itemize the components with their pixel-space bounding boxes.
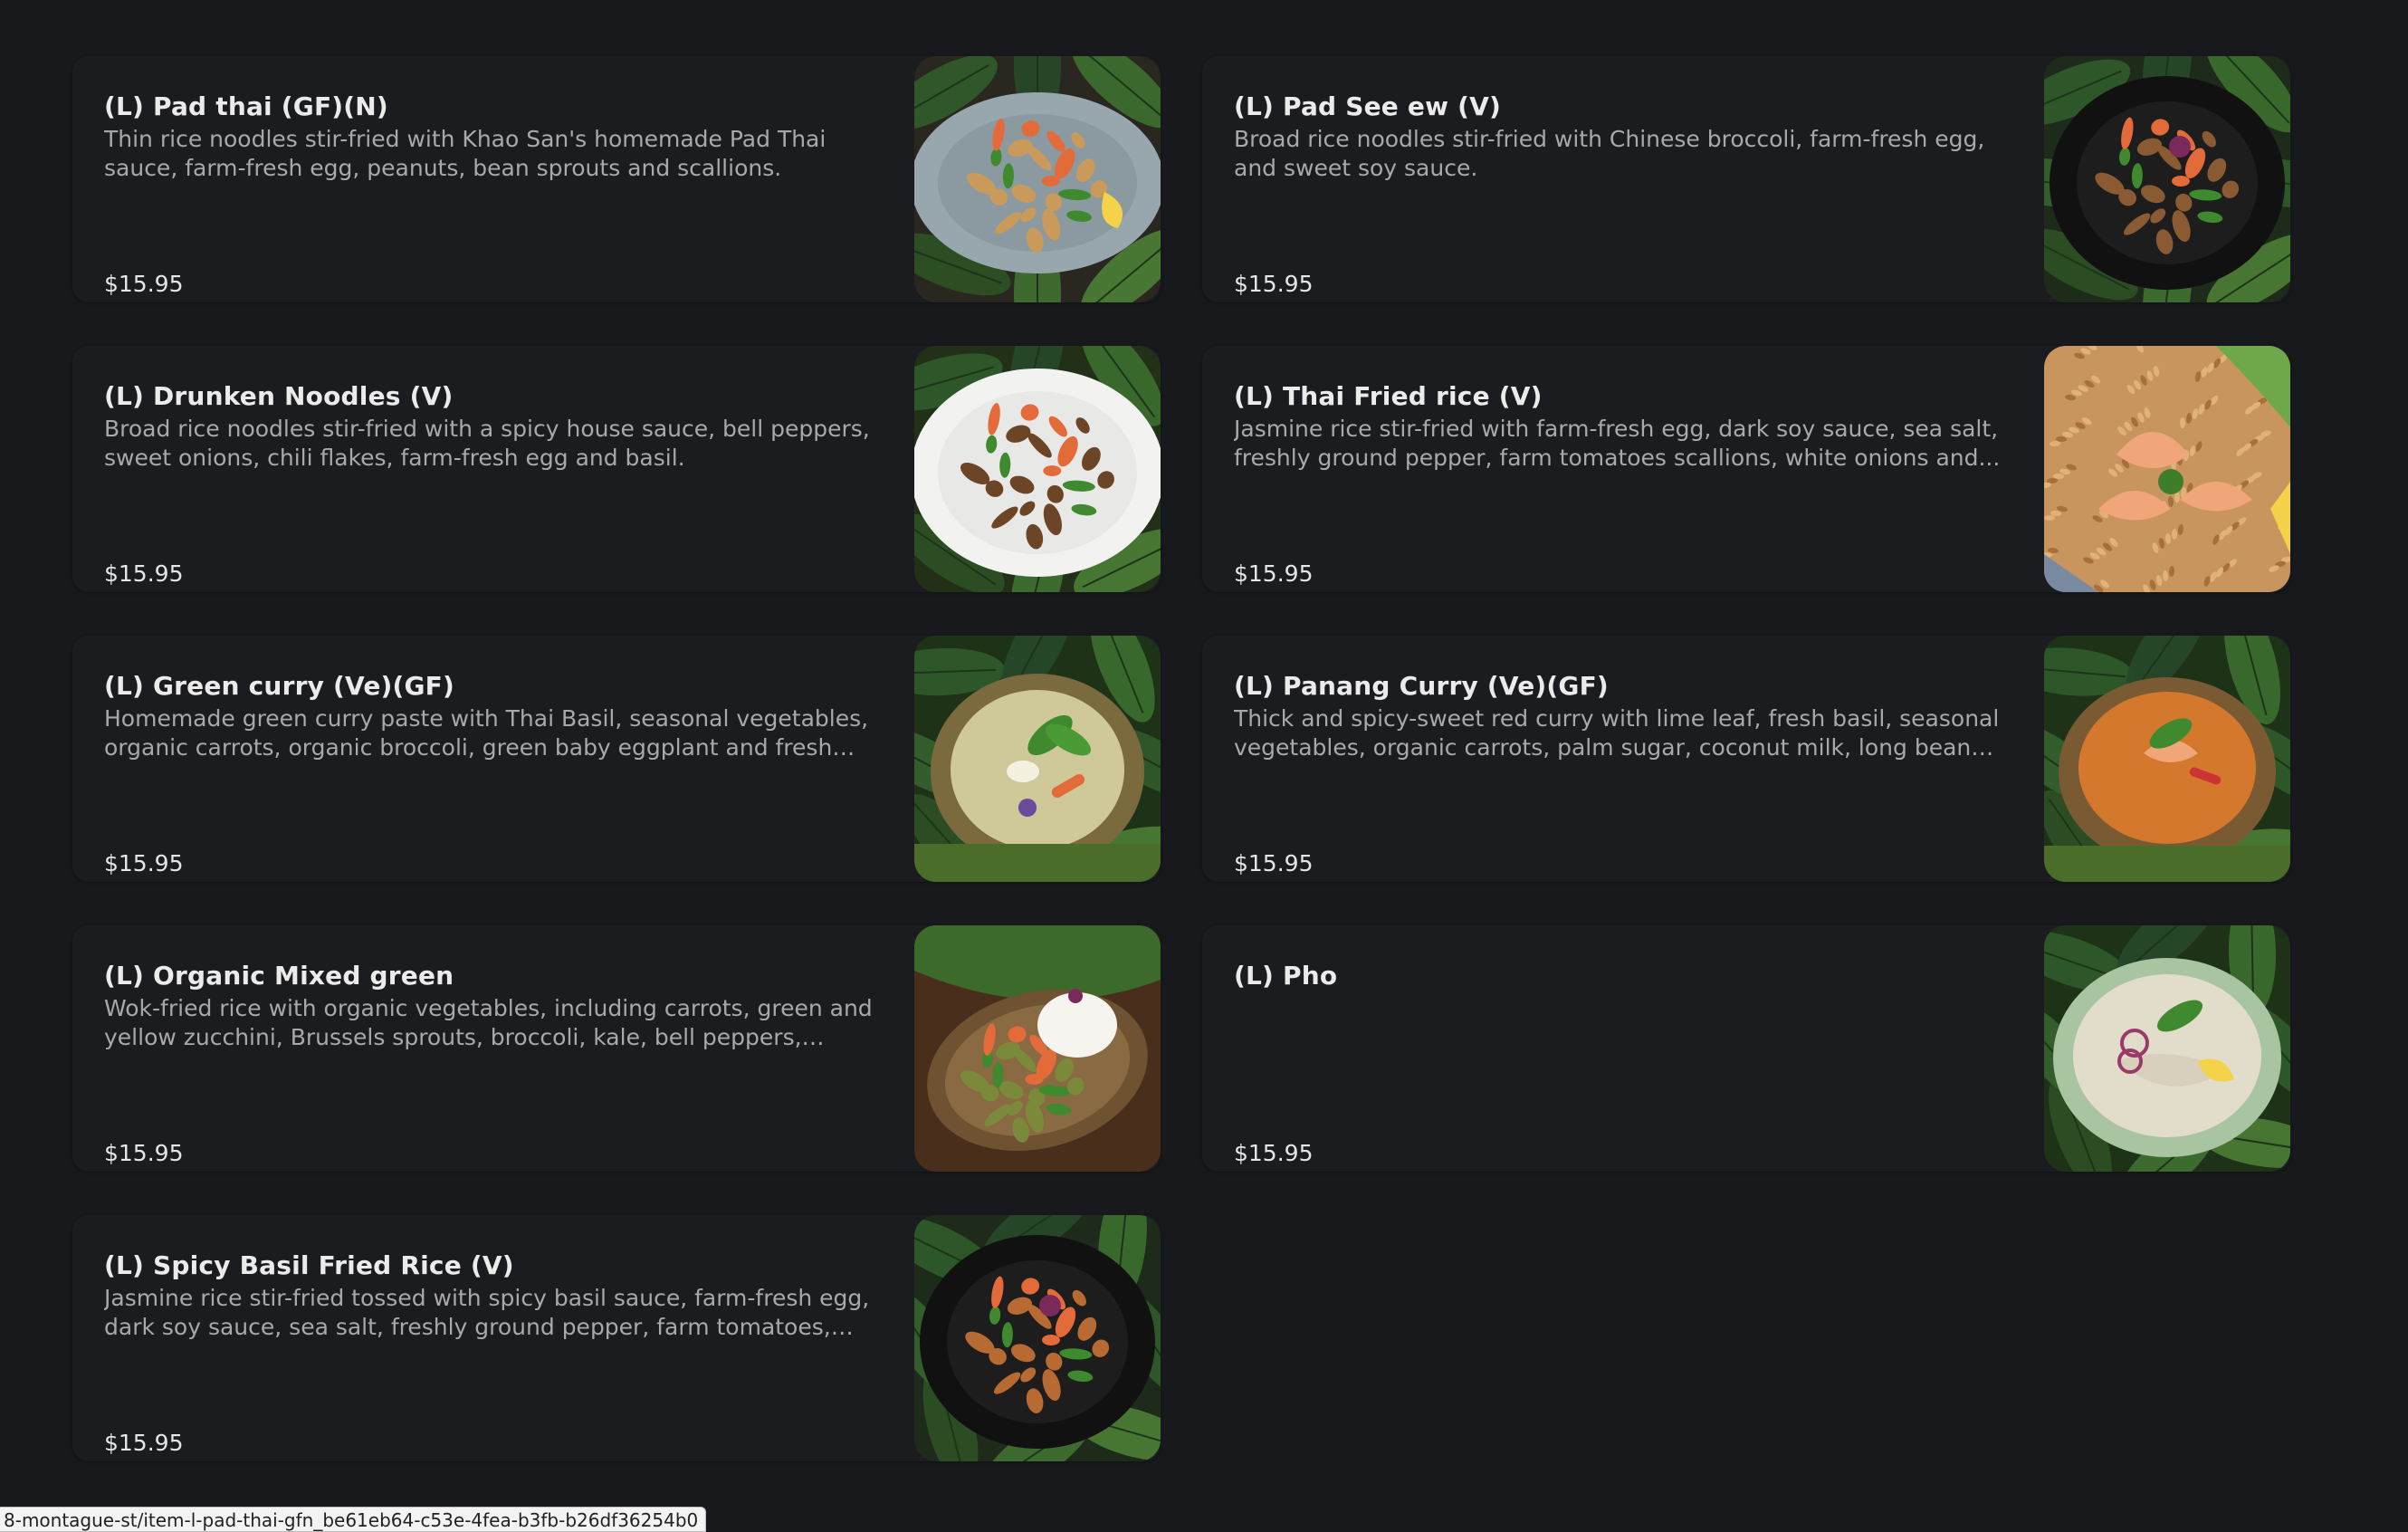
menu-item-price: $15.95: [104, 850, 184, 876]
menu-item-description: Thick and spicy-sweet red curry with lim…: [1234, 705, 2000, 761]
menu-item-description: Jasmine rice stir-fried with farm-fresh …: [1234, 416, 2001, 471]
menu-item-text: (L) Thai Fried rice (V) Jasmine rice sti…: [1234, 378, 2003, 592]
menu-item-price: $15.95: [104, 271, 184, 297]
menu-item-text: (L) Organic Mixed green Wok-fried rice w…: [104, 958, 874, 1172]
menu-item-card[interactable]: (L) Pad thai (GF)(N) Thin rice noodles s…: [72, 56, 1161, 302]
link-preview-url: 8-montague-st/item-l-pad-thai-gfn_be61eb…: [4, 1509, 699, 1531]
food-photo-illustration: [914, 636, 1161, 882]
menu-item-photo[interactable]: [914, 56, 1161, 302]
food-photo-illustration: [2044, 636, 2290, 882]
menu-item-price: $15.95: [104, 1140, 184, 1166]
menu-item-card[interactable]: (L) Organic Mixed green Wok-fried rice w…: [72, 925, 1161, 1172]
menu-item-text: (L) Green curry (Ve)(GF) Homemade green …: [104, 668, 874, 882]
food-photo-illustration: [914, 925, 1161, 1172]
menu-item-price: $15.95: [1234, 271, 1314, 297]
menu-item-text: (L) Panang Curry (Ve)(GF) Thick and spic…: [1234, 668, 2003, 882]
menu-item-name: (L) Green curry (Ve)(GF): [104, 671, 455, 701]
menu-item-photo[interactable]: [2044, 636, 2290, 882]
menu-item-card[interactable]: (L) Pho $15.95: [1202, 925, 2290, 1172]
food-photo-illustration: [914, 1215, 1161, 1461]
menu-item-description: Wok-fried rice with organic vegetables, …: [104, 995, 873, 1050]
menu-item-name: (L) Pad thai (GF)(N): [104, 91, 388, 121]
menu-item-text: (L) Spicy Basil Fried Rice (V) Jasmine r…: [104, 1248, 874, 1461]
menu-item-description: Homemade green curry paste with Thai Bas…: [104, 705, 869, 761]
food-photo-illustration: [2044, 925, 2290, 1172]
menu-item-price: $15.95: [104, 1430, 184, 1456]
menu-item-description: Thin rice noodles stir-fried with Khao S…: [104, 126, 827, 181]
menu-item-name: (L) Drunken Noodles (V): [104, 381, 454, 411]
menu-item-description: Broad rice noodles stir-fried with Chine…: [1234, 126, 1985, 181]
menu-item-name: (L) Panang Curry (Ve)(GF): [1234, 671, 1609, 701]
menu-item-photo[interactable]: [2044, 346, 2290, 592]
menu-item-text: (L) Drunken Noodles (V) Broad rice noodl…: [104, 378, 874, 592]
menu-item-price: $15.95: [104, 560, 184, 587]
menu-item-photo[interactable]: [914, 1215, 1161, 1461]
food-photo-illustration: [2044, 56, 2290, 302]
link-preview-status-bar: 8-montague-st/item-l-pad-thai-gfn_be61eb…: [0, 1507, 707, 1532]
menu-item-name: (L) Spicy Basil Fried Rice (V): [104, 1250, 514, 1280]
menu-item-photo[interactable]: [914, 636, 1161, 882]
menu-item-description: Broad rice noodles stir-fried with a spi…: [104, 416, 870, 471]
food-photo-illustration: [914, 56, 1161, 302]
menu-item-card[interactable]: (L) Panang Curry (Ve)(GF) Thick and spic…: [1202, 636, 2290, 882]
menu-item-card[interactable]: (L) Drunken Noodles (V) Broad rice noodl…: [72, 346, 1161, 592]
menu-item-card[interactable]: (L) Green curry (Ve)(GF) Homemade green …: [72, 636, 1161, 882]
menu-item-price: $15.95: [1234, 850, 1314, 876]
menu-item-name: (L) Pho: [1234, 961, 1338, 991]
menu-item-name: (L) Pad See ew (V): [1234, 91, 1502, 121]
food-photo-illustration: [2044, 346, 2290, 592]
menu-item-card[interactable]: (L) Spicy Basil Fried Rice (V) Jasmine r…: [72, 1215, 1161, 1461]
menu-item-photo[interactable]: [2044, 56, 2290, 302]
menu-item-name: (L) Thai Fried rice (V): [1234, 381, 1543, 411]
menu-item-photo[interactable]: [2044, 925, 2290, 1172]
food-photo-illustration: [914, 346, 1161, 592]
menu-item-card[interactable]: (L) Pad See ew (V) Broad rice noodles st…: [1202, 56, 2290, 302]
menu-item-photo[interactable]: [914, 925, 1161, 1172]
menu-item-text: (L) Pad See ew (V) Broad rice noodles st…: [1234, 89, 2003, 302]
menu-item-photo[interactable]: [914, 346, 1161, 592]
menu-item-text: (L) Pho $15.95: [1234, 958, 2003, 1172]
menu-item-price: $15.95: [1234, 560, 1314, 587]
menu-item-price: $15.95: [1234, 1140, 1314, 1166]
menu-item-card[interactable]: (L) Thai Fried rice (V) Jasmine rice sti…: [1202, 346, 2290, 592]
menu-item-grid: (L) Pad thai (GF)(N) Thin rice noodles s…: [72, 56, 2290, 1461]
menu-item-name: (L) Organic Mixed green: [104, 961, 454, 991]
menu-item-description: Jasmine rice stir-fried tossed with spic…: [104, 1285, 870, 1340]
menu-item-text: (L) Pad thai (GF)(N) Thin rice noodles s…: [104, 89, 874, 302]
